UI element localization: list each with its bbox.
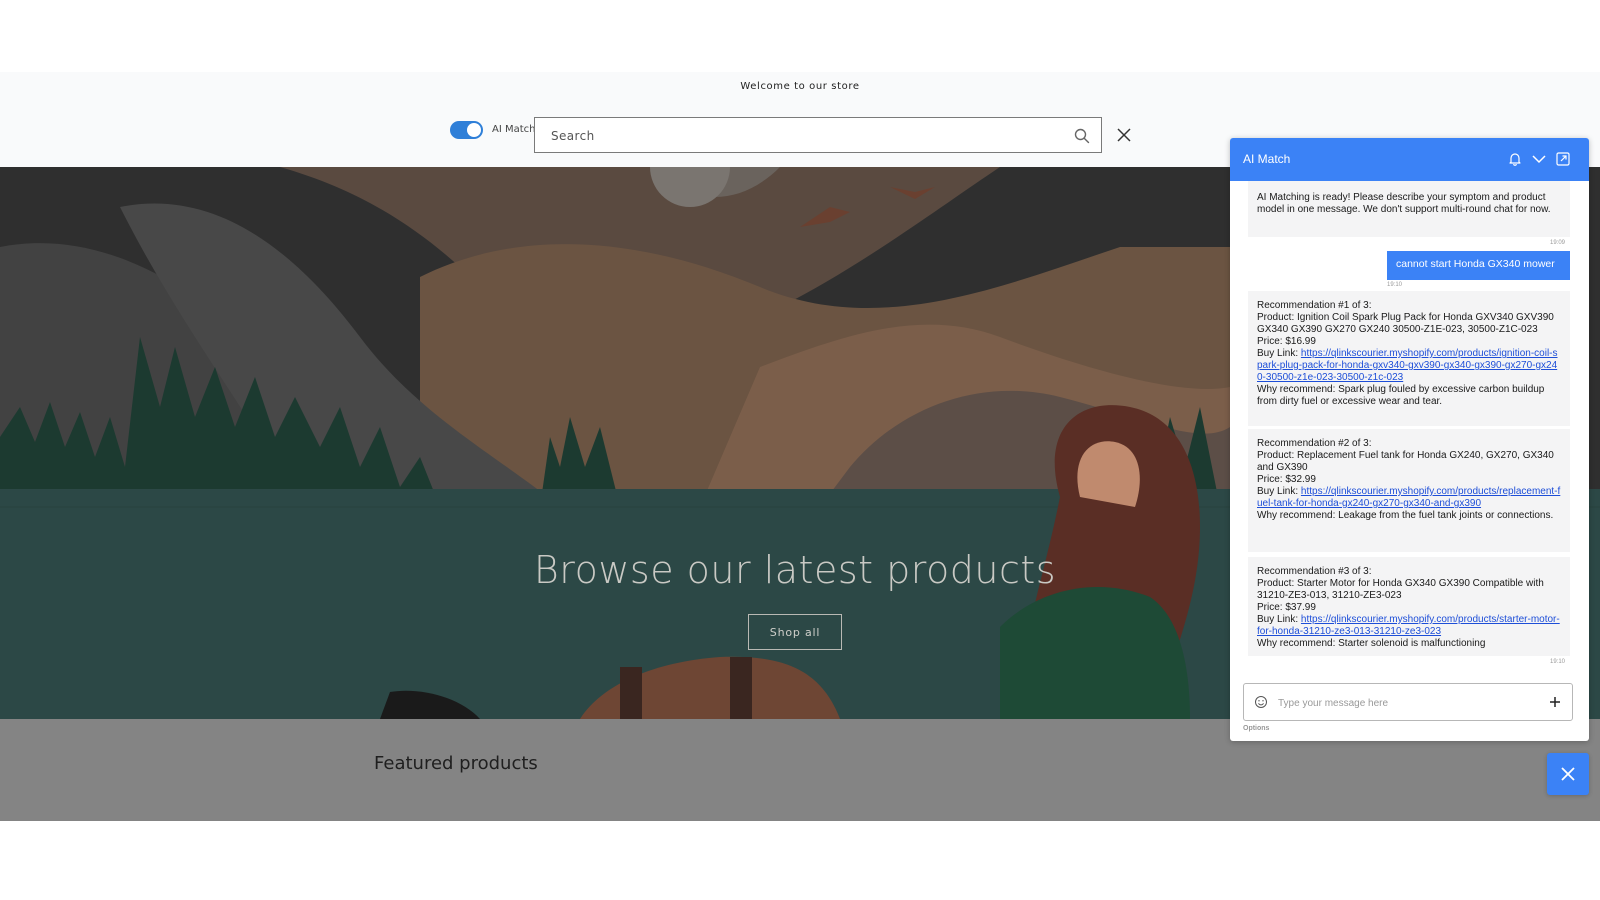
- chevron-down-icon[interactable]: [1531, 151, 1547, 167]
- message-input[interactable]: [1276, 684, 1540, 722]
- chat-title: AI Match: [1243, 152, 1291, 166]
- chat-messages: AI Matching is ready! Please describe yo…: [1230, 181, 1589, 678]
- recommendation-price: Price: $37.99: [1257, 602, 1316, 613]
- user-message-text: cannot start Honda GX340 mower: [1396, 258, 1555, 270]
- announcement-text: Welcome to our store: [740, 81, 860, 92]
- toggle-knob: [467, 123, 481, 137]
- chat-widget: AI Match AI Matching is ready! Please de…: [1230, 138, 1589, 741]
- recommendation-price: Price: $32.99: [1257, 474, 1316, 485]
- buy-link-label: Buy Link:: [1257, 348, 1301, 359]
- close-chat-button[interactable]: [1547, 753, 1589, 795]
- recommendation-card: Recommendation #1 of 3: Product: Ignitio…: [1248, 291, 1570, 426]
- recommendation-product: Product: Ignition Coil Spark Plug Pack f…: [1257, 312, 1554, 335]
- recommendation-reason: Why recommend: Leakage from the fuel tan…: [1257, 510, 1554, 521]
- emoji-icon[interactable]: [1254, 695, 1268, 709]
- recommendation-reason: Why recommend: Starter solenoid is malfu…: [1257, 638, 1486, 649]
- bell-icon[interactable]: [1507, 151, 1523, 167]
- recommendation-heading: Recommendation #1 of 3:: [1257, 300, 1372, 311]
- top-blank-area: [0, 0, 1600, 72]
- close-icon: [1561, 767, 1575, 781]
- recommendation-heading: Recommendation #2 of 3:: [1257, 438, 1372, 449]
- buy-link[interactable]: https://qlinkscourier.myshopify.com/prod…: [1257, 614, 1560, 637]
- close-search-icon[interactable]: [1114, 125, 1134, 145]
- recommendation-product: Product: Replacement Fuel tank for Honda…: [1257, 450, 1554, 473]
- chat-header: AI Match: [1230, 138, 1589, 181]
- message-input-box: [1243, 683, 1573, 722]
- message-time: 19:10: [1387, 282, 1403, 288]
- message-time: 19:10: [1550, 659, 1566, 665]
- external-link-icon[interactable]: [1555, 151, 1571, 167]
- message-time: 19:09: [1550, 240, 1566, 246]
- buy-link[interactable]: https://qlinkscourier.myshopify.com/prod…: [1257, 486, 1560, 509]
- bot-message: AI Matching is ready! Please describe yo…: [1248, 181, 1570, 237]
- options-label[interactable]: Options: [1243, 725, 1269, 732]
- ai-match-toggle-label: AI Match: [492, 124, 536, 135]
- buy-link-label: Buy Link:: [1257, 486, 1301, 497]
- featured-title: Featured products: [374, 753, 538, 774]
- search-box: [534, 117, 1102, 154]
- search-input[interactable]: [549, 118, 1053, 154]
- ai-match-toggle[interactable]: [450, 121, 483, 139]
- plus-icon[interactable]: [1548, 695, 1562, 709]
- shop-all-button[interactable]: Shop all: [748, 614, 842, 650]
- bot-message-text: AI Matching is ready! Please describe yo…: [1257, 192, 1551, 215]
- buy-link[interactable]: https://qlinkscourier.myshopify.com/prod…: [1257, 348, 1558, 383]
- recommendation-price: Price: $16.99: [1257, 336, 1316, 347]
- user-message: cannot start Honda GX340 mower: [1387, 251, 1570, 280]
- buy-link-label: Buy Link:: [1257, 614, 1301, 625]
- recommendation-product: Product: Starter Motor for Honda GX340 G…: [1257, 578, 1544, 601]
- recommendation-card: Recommendation #2 of 3: Product: Replace…: [1248, 429, 1570, 552]
- recommendation-reason: Why recommend: Spark plug fouled by exce…: [1257, 384, 1545, 407]
- recommendation-heading: Recommendation #3 of 3:: [1257, 566, 1372, 577]
- search-icon[interactable]: [1073, 127, 1091, 145]
- announcement-bar: Welcome to our store: [0, 72, 1600, 102]
- recommendation-card: Recommendation #3 of 3: Product: Starter…: [1248, 557, 1570, 656]
- bottom-blank-area: [0, 821, 1600, 900]
